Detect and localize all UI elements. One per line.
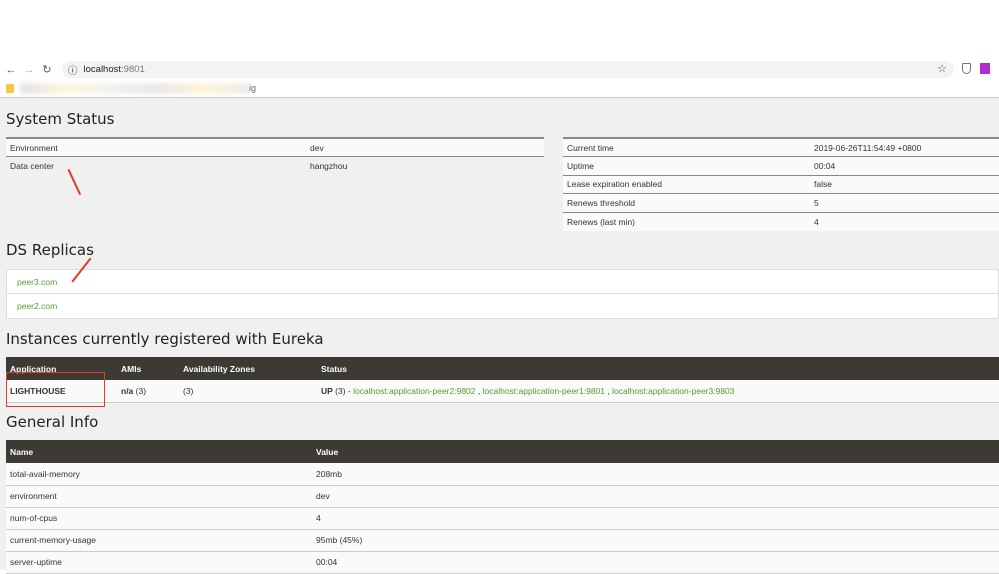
label: Current time <box>563 137 810 157</box>
back-icon[interactable]: ← <box>4 64 18 76</box>
label: Renews (last min) <box>563 211 810 231</box>
browser-toolbar: ← → ↻ ⓘ localhost:9801 ☆ <box>0 60 999 79</box>
instance-link[interactable]: localhost:application-peer1:9801 <box>483 386 605 396</box>
table-row: current-memory-usage 95mb (45%) <box>6 529 999 552</box>
table-row: Uptime 00:04 <box>563 156 999 175</box>
reload-icon[interactable]: ↻ <box>40 63 54 76</box>
folder-icon[interactable] <box>6 84 14 93</box>
table-row: environment dev <box>6 485 999 508</box>
name: num-of-cpus <box>6 507 312 530</box>
forward-icon[interactable]: → <box>22 64 36 76</box>
zones: (3) <box>179 380 317 403</box>
instance-link[interactable]: localhost:application-peer2:9802 <box>353 386 475 396</box>
table-header: Application AMIs Availability Zones Stat… <box>6 357 999 380</box>
status-up: UP <box>321 385 333 396</box>
name: current-memory-usage <box>6 529 312 552</box>
label: Uptime <box>563 156 810 175</box>
value: 2019-06-26T11:54:49 +0800 <box>810 137 999 157</box>
amis-cell: n/a (3) <box>117 380 179 403</box>
bookmarks-bar: ig <box>0 80 999 98</box>
value: dev <box>306 137 544 157</box>
bookmark-text: ig <box>249 83 257 93</box>
value: 95mb (45%) <box>312 529 999 552</box>
system-status-left-table: Environment dev Data center hangzhou <box>6 137 544 175</box>
value: 208mb <box>312 463 999 486</box>
system-status-right-table: Current time 2019-06-26T11:54:49 +0800 Up… <box>563 137 999 231</box>
value: dev <box>312 485 999 508</box>
instance-link[interactable]: localhost:application-peer3:9803 <box>612 386 734 396</box>
col-value: Value <box>312 440 999 463</box>
shield-extension-icon[interactable] <box>962 63 971 74</box>
address-bar[interactable]: ⓘ localhost:9801 <box>62 61 954 78</box>
extension-icon[interactable] <box>980 63 990 74</box>
info-icon[interactable]: ⓘ <box>68 63 78 77</box>
page: System Status Environment dev Data center… <box>0 98 999 574</box>
table-row: total-avail-memory 208mb <box>6 463 999 486</box>
url-port: :9801 <box>121 64 145 75</box>
label: Data center <box>6 156 306 175</box>
table-row: Renews threshold 5 <box>563 193 999 212</box>
replicas-list: peer3.com peer2.com <box>6 269 999 319</box>
annotation-box <box>6 372 105 407</box>
general-info-title: General Info <box>6 413 99 431</box>
ds-replicas-title: DS Replicas <box>6 241 94 259</box>
instances-title: Instances currently registered with Eure… <box>6 330 324 348</box>
table-row: Data center hangzhou <box>6 156 544 175</box>
name: environment <box>6 485 312 508</box>
value: hangzhou <box>306 156 544 175</box>
replica-link[interactable]: peer2.com <box>7 294 998 318</box>
replica-link[interactable]: peer3.com <box>7 270 998 294</box>
table-row: Renews (last min) 4 <box>563 211 999 231</box>
amis-count: (3) <box>133 385 147 396</box>
value: false <box>810 174 999 194</box>
system-status-title: System Status <box>6 110 115 128</box>
value: 4 <box>312 507 999 530</box>
col-zones: Availability Zones <box>179 357 317 380</box>
url-host: localhost <box>83 64 122 75</box>
label: Renews threshold <box>563 193 810 212</box>
name: total-avail-memory <box>6 463 312 486</box>
value: 4 <box>810 211 999 231</box>
value: 00:04 <box>810 156 999 175</box>
bookmark-star-icon[interactable]: ☆ <box>937 62 947 75</box>
amis: n/a <box>121 385 134 396</box>
status-cell: UP (3) - localhost:application-peer2:980… <box>317 380 999 403</box>
label: Lease expiration enabled <box>563 174 810 194</box>
table-row: Environment dev <box>6 137 544 157</box>
table-row: LIGHTHOUSE n/a (3) (3) UP (3) - localhos… <box>6 380 999 403</box>
col-name: Name <box>6 440 312 463</box>
blurred-bookmarks <box>20 83 250 94</box>
value: 5 <box>810 193 999 212</box>
table-header: Name Value <box>6 440 999 463</box>
table-row: num-of-cpus 4 <box>6 507 999 530</box>
label: Environment <box>6 137 306 157</box>
col-status: Status <box>317 357 999 380</box>
table-row: Current time 2019-06-26T11:54:49 +0800 <box>563 137 999 157</box>
instances-table: Application AMIs Availability Zones Stat… <box>6 357 999 403</box>
general-info-table: Name Value total-avail-memory 208mb enviro… <box>6 440 999 574</box>
table-row: Lease expiration enabled false <box>563 174 999 194</box>
separator: , <box>475 385 483 396</box>
col-amis: AMIs <box>117 357 179 380</box>
status-count: (3) - <box>332 385 354 396</box>
